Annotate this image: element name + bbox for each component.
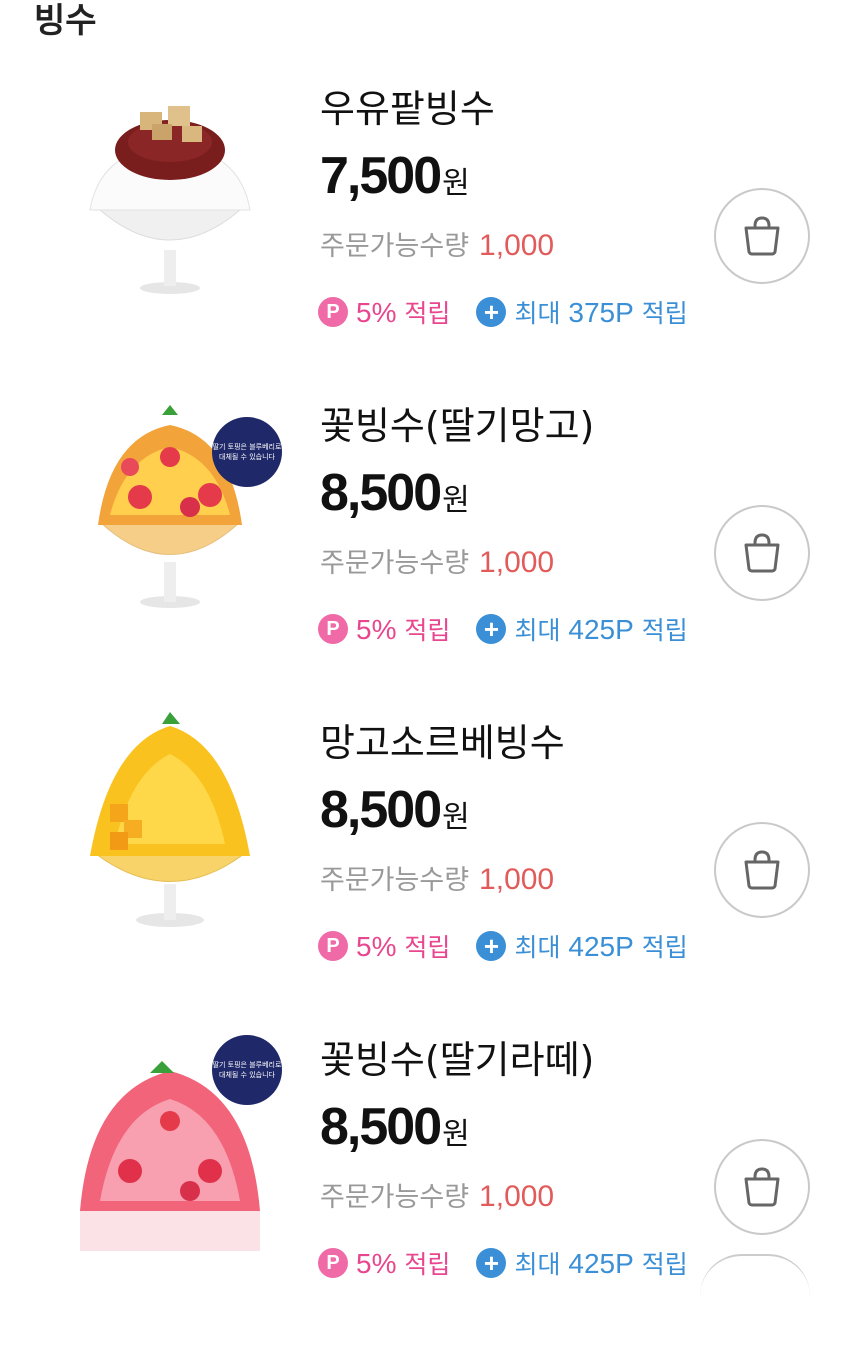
- product-item[interactable]: 우유팥빙수 7,500원 주문가능수량 1,000 P 5% 적립 + 최대 37…: [0, 80, 852, 396]
- max-point-text: 최대 425P 적립: [514, 1245, 687, 1281]
- quantity-value: 1,000: [479, 1180, 555, 1213]
- point-info: P 5% 적립 + 최대 425P 적립: [318, 928, 688, 964]
- point-label: 적립: [404, 616, 451, 645]
- product-name[interactable]: 망고소르베빙수: [320, 712, 565, 767]
- product-price: 7,500원: [320, 146, 470, 206]
- max-point: 425P: [568, 931, 634, 962]
- point-info: P 5% 적립 + 최대 425P 적립: [318, 611, 688, 647]
- max-point-label: 적립: [641, 299, 688, 328]
- point-label: 적립: [404, 1250, 451, 1279]
- product-item[interactable]: 망고소르베빙수 8,500원 주문가능수량 1,000 P 5% 적립 + 최대 …: [0, 712, 852, 1030]
- max-point-text: 최대 425P 적립: [514, 611, 687, 647]
- price-value: 8,500: [320, 781, 442, 839]
- point-rate-text: 5% 적립: [356, 1245, 450, 1281]
- max-point-label: 적립: [641, 616, 688, 645]
- product-name[interactable]: 우유팥빙수: [320, 78, 495, 133]
- plus-icon: +: [476, 297, 507, 327]
- price-value: 8,500: [320, 1098, 442, 1156]
- max-point: 425P: [568, 614, 634, 645]
- point-icon: P: [318, 614, 348, 644]
- shopping-bag-icon: [744, 533, 780, 573]
- quantity-value: 1,000: [479, 546, 555, 579]
- available-quantity: 주문가능수량 1,000: [320, 541, 554, 580]
- max-prefix: 최대: [514, 299, 561, 328]
- point-info: P 5% 적립 + 최대 375P 적립: [318, 294, 688, 330]
- price-value: 7,500: [320, 147, 442, 205]
- point-info: P 5% 적립 + 최대 425P 적립: [318, 1245, 688, 1281]
- product-item[interactable]: 딸기 토핑은 블루베리로 대체될 수 있습니다 꽃빙수(딸기망고) 8,500원…: [0, 397, 852, 713]
- add-to-cart-button[interactable]: [714, 822, 810, 918]
- point-rate-text: 5% 적립: [356, 928, 450, 964]
- max-point: 375P: [568, 297, 634, 328]
- point-label: 적립: [404, 299, 451, 328]
- quantity-value: 1,000: [479, 863, 555, 896]
- point-rate-text: 5% 적립: [356, 294, 450, 330]
- point-rate: 5%: [356, 931, 397, 962]
- point-rate: 5%: [356, 1248, 397, 1279]
- add-to-cart-button[interactable]: [714, 1139, 810, 1235]
- price-unit: 원: [442, 166, 470, 201]
- plus-icon: +: [476, 931, 507, 961]
- product-price: 8,500원: [320, 463, 470, 523]
- point-label: 적립: [404, 933, 451, 962]
- shopping-bag-icon: [744, 850, 780, 890]
- price-value: 8,500: [320, 464, 442, 522]
- max-prefix: 최대: [514, 1250, 561, 1279]
- product-image-mango-sorbet[interactable]: [70, 704, 290, 954]
- available-quantity: 주문가능수량 1,000: [320, 858, 554, 897]
- max-prefix: 최대: [514, 933, 561, 962]
- point-icon: P: [318, 931, 348, 961]
- shopping-bag-icon: [744, 216, 780, 256]
- point-rate: 5%: [356, 614, 397, 645]
- price-unit: 원: [442, 800, 470, 835]
- add-to-cart-button[interactable]: [714, 505, 810, 601]
- quantity-label: 주문가능수량: [320, 231, 470, 262]
- max-prefix: 최대: [514, 616, 561, 645]
- product-name[interactable]: 꽃빙수(딸기라떼): [320, 1029, 594, 1084]
- point-icon: P: [318, 1248, 348, 1278]
- product-name[interactable]: 꽃빙수(딸기망고): [320, 395, 594, 450]
- product-item[interactable]: 딸기 토핑은 블루베리로 대체될 수 있습니다 꽃빙수(딸기라떼) 8,500원…: [0, 1031, 852, 1347]
- topping-notice-badge: 딸기 토핑은 블루베리로 대체될 수 있습니다: [212, 417, 282, 487]
- price-unit: 원: [442, 483, 470, 518]
- point-rate: 5%: [356, 297, 397, 328]
- max-point-label: 적립: [641, 1250, 688, 1279]
- point-rate-text: 5% 적립: [356, 611, 450, 647]
- shopping-bag-icon: [744, 1167, 780, 1207]
- quantity-value: 1,000: [479, 229, 555, 262]
- max-point-text: 최대 425P 적립: [514, 928, 687, 964]
- topping-notice-badge: 딸기 토핑은 블루베리로 대체될 수 있습니다: [212, 1035, 282, 1105]
- product-image-milk-redbean[interactable]: [70, 70, 290, 320]
- max-point: 425P: [568, 1248, 634, 1279]
- max-point-text: 최대 375P 적립: [514, 294, 687, 330]
- product-price: 8,500원: [320, 780, 470, 840]
- quantity-label: 주문가능수량: [320, 548, 470, 579]
- price-unit: 원: [442, 1117, 470, 1152]
- quantity-label: 주문가능수량: [320, 865, 470, 896]
- plus-icon: +: [476, 614, 507, 644]
- available-quantity: 주문가능수량 1,000: [320, 224, 554, 263]
- point-icon: P: [318, 297, 348, 327]
- product-price: 8,500원: [320, 1097, 470, 1157]
- add-to-cart-button[interactable]: [714, 188, 810, 284]
- plus-icon: +: [476, 1248, 507, 1278]
- section-title: 빙수: [34, 1, 97, 41]
- max-point-label: 적립: [641, 933, 688, 962]
- quantity-label: 주문가능수량: [320, 1182, 470, 1213]
- available-quantity: 주문가능수량 1,000: [320, 1175, 554, 1214]
